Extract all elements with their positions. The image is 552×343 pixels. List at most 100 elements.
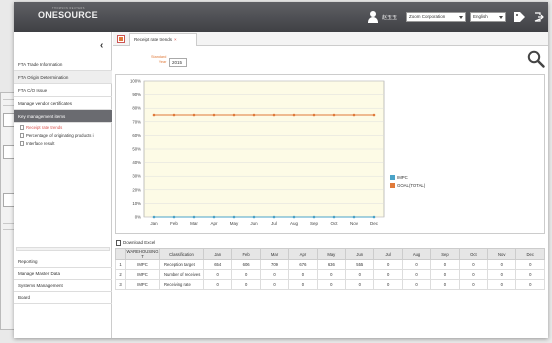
data-table: WAREHOUSING T Classification Jan Feb Mar Apr M… <box>115 248 545 290</box>
table-header-cell: Jan <box>202 248 233 260</box>
language-select[interactable]: English <box>470 12 506 22</box>
sidebar-item-key-management-items[interactable]: Key management items <box>14 110 112 123</box>
table-header-cell: Oct <box>458 248 489 260</box>
sidebar-subitem-percentage-originating[interactable]: Percentage of originating products i <box>20 133 94 138</box>
table-row[interactable]: 1 IMPC Reception target 654 606 709 676 636 555 0… <box>115 259 545 270</box>
table-cell: 2 <box>115 269 126 280</box>
close-tab-icon[interactable]: × <box>174 37 177 42</box>
x-tick-label: Mar <box>190 221 198 226</box>
table-cell: 0 <box>487 269 517 280</box>
y-tick-label: 10% <box>132 201 141 206</box>
legend-swatch-impc <box>390 175 395 180</box>
home-tab-icon[interactable] <box>117 35 125 43</box>
table-cell: 636 <box>316 259 347 270</box>
download-excel-button[interactable]: Download Excel <box>115 238 545 248</box>
sidebar-subitem-interface-result[interactable]: Interface result <box>20 141 54 146</box>
table-body: 1 IMPC Reception target 654 606 709 676 636 555 0… <box>115 259 545 290</box>
sidebar-item-fta-origin-determination[interactable]: FTA Origin Determination <box>14 71 112 84</box>
table-row[interactable]: 2 IMPC Number of receives 0 0 0 0 0 0 0 0 0 0 0 0 <box>115 269 545 280</box>
document-icon <box>20 141 24 146</box>
data-point <box>212 215 216 219</box>
y-tick-label: 30% <box>132 174 141 179</box>
tab-receipt-rate-trends[interactable]: Receipt rate trends × <box>129 33 197 46</box>
sidebar-horizontal-scrollbar[interactable] <box>16 247 110 251</box>
x-tick-label: Jul <box>271 221 277 226</box>
data-point <box>252 113 256 117</box>
x-tick-label: Feb <box>170 221 178 226</box>
sidebar-item-manage-master-data[interactable]: Manage Master Data <box>14 268 112 280</box>
table-cell: 0 <box>259 279 290 290</box>
data-point <box>232 215 236 219</box>
table-header-cell: Aug <box>401 248 432 260</box>
document-icon <box>20 133 24 138</box>
receipt-rate-chart: 0% 10% 20% 30% 40% 50% 60% 70% 80% 90% 100% Jan Feb M… <box>115 74 545 234</box>
search-icon[interactable] <box>527 50 545 68</box>
data-point <box>272 113 276 117</box>
x-tick-label: Jan <box>150 221 158 226</box>
table-header-cell: May <box>316 248 347 260</box>
table-row[interactable]: 3 IMPC Receiving rate 0 0 0 0 0 0 0 0 0 0 0 0 <box>115 279 545 290</box>
sidebar-item-fta-trade-information[interactable]: FTA Trade Information <box>14 58 112 71</box>
table-cell: 0 <box>288 269 318 280</box>
legend-label: GOAL(TOTAL) <box>397 183 426 188</box>
user-icon[interactable] <box>367 11 379 23</box>
table-cell: 0 <box>430 269 460 280</box>
table-cell: 0 <box>515 259 545 270</box>
app-window: THOMSON REUTERS ONESOURCE 赵玉玉 Zoom Corpo… <box>14 2 548 338</box>
table-cell: 0 <box>259 269 290 280</box>
table-header-cell: Nov <box>487 248 517 260</box>
tag-icon[interactable] <box>514 12 526 22</box>
table-cell: Receiving rate <box>159 279 204 290</box>
x-tick-label: Jun <box>250 221 258 226</box>
standard-year-input[interactable]: 2015 <box>169 58 187 67</box>
download-excel-label: Download Excel <box>123 240 156 245</box>
data-point <box>352 113 356 117</box>
language-select-value: English <box>473 14 488 19</box>
x-tick-label: Dec <box>370 221 379 226</box>
company-select[interactable]: Zoom Corporation <box>406 12 466 22</box>
top-bar: THOMSON REUTERS ONESOURCE 赵玉玉 Zoom Corpo… <box>14 2 548 32</box>
x-tick-label: May <box>230 221 239 226</box>
standard-year-label-line2: Year <box>158 60 167 64</box>
table-cell: 709 <box>259 259 290 270</box>
table-cell: 654 <box>202 259 233 270</box>
data-point <box>272 215 276 219</box>
table-header-cell: Feb <box>231 248 261 260</box>
data-point <box>312 113 316 117</box>
chart-svg: 0% 10% 20% 30% 40% 50% 60% 70% 80% 90% 100% Jan Feb M… <box>130 79 385 226</box>
table-header-cell: WAREHOUSING T <box>125 248 160 260</box>
data-table-section: Download Excel WAREHOUSING T Classificati… <box>115 238 545 338</box>
sidebar-item-manage-vendor-certificates[interactable]: Manage vendor certificates <box>14 97 112 110</box>
chevron-down-icon <box>459 16 463 19</box>
data-point <box>232 113 236 117</box>
table-cell: 0 <box>288 279 318 290</box>
table-cell: 0 <box>345 279 375 290</box>
table-cell: 0 <box>316 279 347 290</box>
sidebar-subitem-receipt-rate-trends[interactable]: Receipt rate trends <box>20 125 62 130</box>
sidebar-item-systems-management[interactable]: Systems Management <box>14 280 112 292</box>
user-name[interactable]: 赵玉玉 <box>382 14 397 21</box>
collapse-sidebar-icon[interactable]: ‹ <box>100 40 103 51</box>
table-cell: 0 <box>231 279 261 290</box>
table-cell: Number of receives <box>159 269 204 280</box>
data-point <box>312 215 316 219</box>
y-tick-label: 100% <box>130 79 141 84</box>
y-tick-label: 40% <box>132 160 141 165</box>
table-cell: 0 <box>515 269 545 280</box>
y-tick-label: 60% <box>132 133 141 138</box>
sidebar-item-reporting[interactable]: Reporting <box>14 256 112 268</box>
sidebar-item-fta-co-issue[interactable]: FTA C/O Issue <box>14 84 112 97</box>
table-cell: 0 <box>345 269 375 280</box>
sidebar-item-board[interactable]: Board <box>14 292 112 304</box>
table-header-cell: Sep <box>430 248 460 260</box>
data-point <box>152 215 156 219</box>
sidebar: ‹ FTA Trade Information FTA Origin Deter… <box>14 32 112 338</box>
y-tick-label: 80% <box>132 106 141 111</box>
logout-icon[interactable] <box>534 12 544 22</box>
table-cell: 676 <box>288 259 318 270</box>
excel-icon <box>116 240 121 246</box>
app-logo[interactable]: ONESOURCE <box>38 10 98 20</box>
y-tick-label: 90% <box>132 92 141 97</box>
x-tick-label: Sep <box>310 221 319 226</box>
data-point <box>192 215 196 219</box>
